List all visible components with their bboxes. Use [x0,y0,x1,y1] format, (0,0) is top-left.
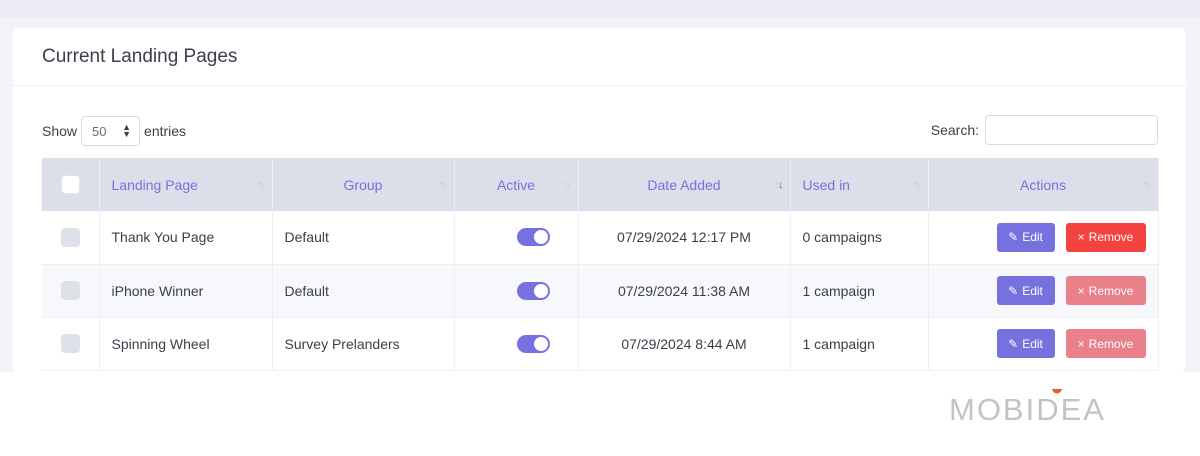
sort-icon: ↑↓ [912,179,922,191]
select-all-checkbox[interactable] [61,175,80,194]
edit-button[interactable]: ✎ Edit [996,222,1055,252]
sort-icon: ↑↓ [256,179,266,191]
actions-cell: ✎ Edit × Remove [928,317,1159,371]
active-cell [454,264,579,318]
table-row: Spinning Wheel Survey Prelanders 07/29/2… [42,317,1159,371]
toggle-knob [533,230,548,245]
edit-icon: ✎ [1008,336,1019,351]
landing-pages-table: Landing Page ↑↓ Group ↑↓ Active ↑↓ Date Add… [42,158,1159,371]
row-checkbox[interactable] [61,334,80,353]
table-row: Thank You Page Default 07/29/2024 12:17 … [42,211,1159,265]
sort-desc-icon: ↑↓ [774,179,784,191]
group-cell: Survey Prelanders [272,317,455,371]
edit-icon: ✎ [1008,283,1019,298]
sort-icon: ↑↓ [438,179,448,191]
entries-control: Show 50 ▲ ▼ entries [42,116,186,146]
remove-button[interactable]: × Remove [1065,276,1146,305]
card-title: Current Landing Pages [42,45,238,67]
date-added-cell: 07/29/2024 8:44 AM [578,317,791,371]
row-checkbox[interactable] [61,227,80,247]
card-header: Current Landing Pages [13,28,1186,86]
top-bar [0,0,1200,18]
edit-button[interactable]: ✎ Edit [996,329,1055,358]
entries-select[interactable]: 50 ▲ ▼ [81,116,141,146]
edit-button[interactable]: ✎ Edit [996,276,1055,305]
date-added-cell: 07/29/2024 11:38 AM [578,264,791,318]
landing-pages-card: Current Landing Pages Show 50 ▲ ▼ entries… [13,28,1186,372]
column-header-group[interactable]: Group ↑↓ [272,158,455,211]
active-toggle[interactable] [516,228,550,247]
column-header-used-in[interactable]: Used in ↑↓ [790,158,929,211]
column-header-actions[interactable]: Actions ↑↓ [928,158,1159,211]
landing-page-cell: Thank You Page [99,211,273,265]
column-header-landing-page[interactable]: Landing Page ↑↓ [99,158,273,211]
close-icon: × [1077,230,1085,245]
table-row: iPhone Winner Default 07/29/2024 11:38 A… [42,264,1159,318]
edit-icon: ✎ [1008,230,1019,245]
date-added-cell: 07/29/2024 12:17 PM [578,211,791,265]
table-controls: Show 50 ▲ ▼ entries Search: [42,114,1158,146]
actions-cell: ✎ Edit × Remove [928,264,1159,318]
used-in-cell: 0 campaigns [790,211,929,265]
landing-page-cell: iPhone Winner [99,264,273,318]
row-checkbox-cell [42,211,100,265]
column-header-date-added[interactable]: Date Added ↑↓ [578,158,791,211]
toggle-knob [533,283,548,298]
table-header-row: Landing Page ↑↓ Group ↑↓ Active ↑↓ Date Add… [42,158,1159,211]
sort-icon: ↑↓ [562,179,572,191]
search-label: Search: [930,122,979,138]
show-label: Show [42,123,78,139]
remove-button[interactable]: × Remove [1065,329,1146,358]
row-checkbox-cell [42,317,100,371]
toggle-knob [533,336,548,351]
logo-text: MOBIDEA [949,392,1106,427]
search-input[interactable] [985,115,1158,145]
updown-arrow-icon: ▲ ▼ [122,122,132,139]
row-checkbox-cell [42,264,100,318]
used-in-cell: 1 campaign [790,264,929,318]
landing-page-cell: Spinning Wheel [99,317,273,371]
close-icon: × [1077,336,1085,351]
actions-cell: ✎ Edit × Remove [928,211,1159,265]
entries-value: 50 [92,123,107,139]
search-control: Search: [931,115,1158,145]
group-cell: Default [272,264,455,318]
active-toggle[interactable] [516,281,550,300]
active-cell [454,211,579,265]
group-cell: Default [272,211,455,265]
entries-label: entries [144,123,187,139]
sort-icon: ↑↓ [1142,179,1152,191]
active-cell [454,317,579,371]
row-checkbox[interactable] [61,281,80,300]
mobidea-logo: MOBIDEA [949,389,1106,427]
active-toggle[interactable] [516,334,550,353]
select-all-header [42,158,100,211]
used-in-cell: 1 campaign [790,317,929,371]
close-icon: × [1077,283,1085,298]
remove-button[interactable]: × Remove [1065,222,1146,252]
column-header-active[interactable]: Active ↑↓ [454,158,579,211]
